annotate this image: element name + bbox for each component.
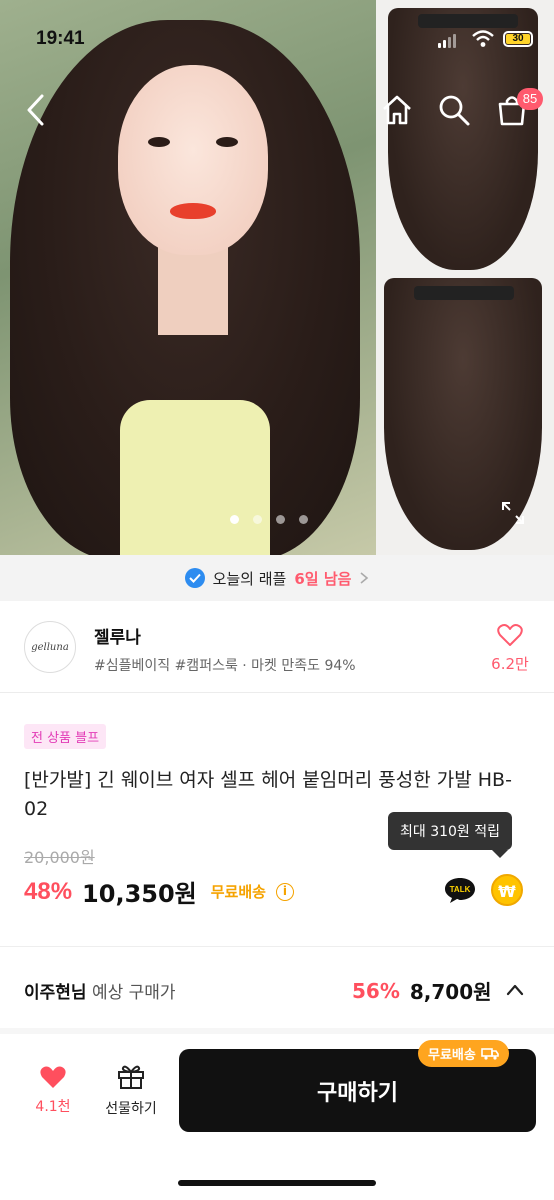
divider xyxy=(0,946,554,947)
lips-illustration xyxy=(170,203,216,219)
face-illustration xyxy=(118,65,268,255)
reward-coin-icon[interactable]: ₩ xyxy=(491,874,523,906)
home-icon[interactable] xyxy=(379,92,415,128)
verified-check-icon xyxy=(184,568,205,588)
back-icon[interactable] xyxy=(22,92,52,128)
user-name: 이주현님 xyxy=(24,983,87,1003)
model-photo xyxy=(0,0,376,555)
info-icon[interactable]: i xyxy=(275,882,294,901)
carousel-dot[interactable] xyxy=(276,515,285,524)
heart-outline-icon xyxy=(497,624,523,646)
like-count: 4.1천 xyxy=(35,1099,71,1115)
talk-chat-icon[interactable]: TALK xyxy=(444,876,476,904)
home-indicator xyxy=(178,1180,376,1186)
shop-logo[interactable]: gelluna xyxy=(24,621,76,673)
wig-product-photo xyxy=(376,0,554,555)
product-image-carousel[interactable] xyxy=(0,0,554,555)
heart-filled-icon xyxy=(40,1066,66,1088)
carousel-dot[interactable] xyxy=(230,515,239,524)
status-time: 19:41 xyxy=(36,28,85,49)
talk-label: TALK xyxy=(450,885,471,894)
expected-price-caption: 예상 구매가 xyxy=(91,983,176,1003)
like-button[interactable]: 4.1천 xyxy=(30,1064,76,1116)
chevron-up-icon[interactable] xyxy=(505,982,525,998)
expected-price-value: 56% 8,700원 xyxy=(352,976,492,1005)
free-shipping-label: 무료배송 xyxy=(210,883,266,901)
carousel-dot[interactable] xyxy=(299,515,308,524)
expand-icon[interactable] xyxy=(500,500,526,526)
eye-illustration xyxy=(216,137,238,147)
truck-icon xyxy=(481,1048,499,1060)
carousel-dots xyxy=(230,515,308,524)
shop-like-count: 6.2만 xyxy=(491,655,529,673)
expected-discount: 56% xyxy=(352,978,400,1003)
chevron-right-icon xyxy=(360,572,369,584)
raffle-days-left: 6일 남음 xyxy=(294,569,352,588)
shop-name[interactable]: 젤루나 xyxy=(94,623,141,648)
cart-count-badge: 85 xyxy=(517,88,543,110)
free-shipping-pill: 무료배송 xyxy=(418,1040,509,1067)
sale-price: 10,350원 xyxy=(82,880,197,908)
wifi-icon xyxy=(472,30,494,47)
gift-label: 선물하기 xyxy=(105,1101,157,1117)
gift-icon xyxy=(118,1065,144,1089)
status-bar: 19:41 30 xyxy=(0,0,554,80)
eye-illustration xyxy=(148,137,170,147)
expected-price-label: 이주현님 예상 구매가 xyxy=(24,978,176,1003)
sale-badge: 전 상품 블프 xyxy=(24,724,107,749)
shop-like-button[interactable]: 6.2만 xyxy=(488,623,532,674)
search-icon[interactable] xyxy=(436,92,472,128)
reward-tooltip: 최대 310원 적립 xyxy=(388,812,513,858)
battery-icon: 30 xyxy=(503,31,533,47)
shop-row[interactable]: gelluna 젤루나 #심플베이직 #캠퍼스룩 · 마켓 만족도 94% 6.… xyxy=(0,601,554,693)
battery-level: 30 xyxy=(506,34,530,44)
garment-illustration xyxy=(120,400,270,555)
original-price: 20,000원 xyxy=(24,848,95,867)
free-shipping-pill-label: 무료배송 xyxy=(428,1048,476,1063)
raffle-banner[interactable]: 오늘의 래플 6일 남음 xyxy=(0,555,554,601)
shop-tags: #심플베이직 #캠퍼스룩 · 마켓 만족도 94% xyxy=(94,658,356,674)
neck-illustration xyxy=(158,245,228,335)
carousel-dot[interactable] xyxy=(253,515,262,524)
raffle-label: 오늘의 래플 xyxy=(212,569,287,588)
discount-rate: 48% xyxy=(24,877,73,905)
expected-price: 8,700원 xyxy=(409,980,492,1004)
gift-button[interactable]: 선물하기 xyxy=(100,1062,162,1118)
shop-logo-text: gelluna xyxy=(31,641,69,653)
bottom-action-bar: 4.1천 선물하기 구매하기 무료배송 xyxy=(0,1034,554,1200)
signal-icon xyxy=(438,34,456,48)
price-row: 48% 10,350원 무료배송 i xyxy=(24,874,294,909)
